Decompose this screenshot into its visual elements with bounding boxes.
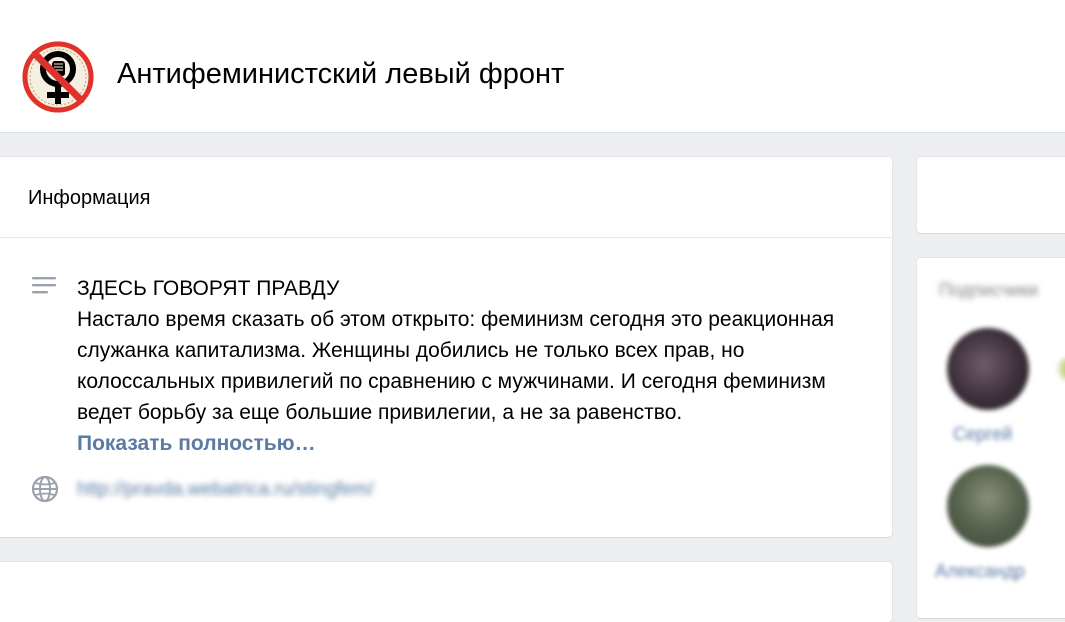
subscriber-avatar[interactable] bbox=[947, 328, 1029, 410]
info-card-header: Информация bbox=[0, 157, 892, 238]
subscribers-card: Подписчики Сергей Александр bbox=[917, 258, 1065, 618]
globe-icon bbox=[31, 475, 59, 508]
group-description: ЗДЕСЬ ГОВОРЯТ ПРАВДУ Настало время сказа… bbox=[77, 273, 877, 459]
lines-icon bbox=[32, 275, 58, 302]
subscriber-avatar-partial[interactable] bbox=[1059, 358, 1065, 380]
description-heading: ЗДЕСЬ ГОВОРЯТ ПРАВДУ bbox=[77, 277, 340, 300]
group-name: Антифеминистский левый фронт bbox=[117, 58, 565, 90]
group-header: Антифеминистский левый фронт bbox=[0, 0, 1065, 133]
group-avatar-logo[interactable] bbox=[21, 40, 95, 114]
show-more-link[interactable]: Показать полностью… bbox=[77, 428, 316, 459]
subscriber-avatar[interactable] bbox=[947, 465, 1029, 547]
website-link[interactable]: http://pravda.webatrica.ru/stingfem/ bbox=[77, 478, 374, 502]
subscriber-name[interactable]: Александр bbox=[935, 561, 1025, 582]
info-title: Информация bbox=[28, 187, 151, 209]
subscriber-name[interactable]: Сергей bbox=[953, 424, 1012, 445]
next-card bbox=[0, 562, 892, 622]
subscribers-title[interactable]: Подписчики bbox=[939, 280, 1038, 301]
description-text: Настало время сказать об этом открыто: ф… bbox=[77, 308, 835, 424]
sidebar-action-card bbox=[917, 157, 1065, 233]
crossed-female-fist-icon bbox=[22, 41, 94, 113]
info-card: Информация ЗДЕСЬ ГОВОРЯТ ПРАВДУ Настало … bbox=[0, 157, 892, 537]
